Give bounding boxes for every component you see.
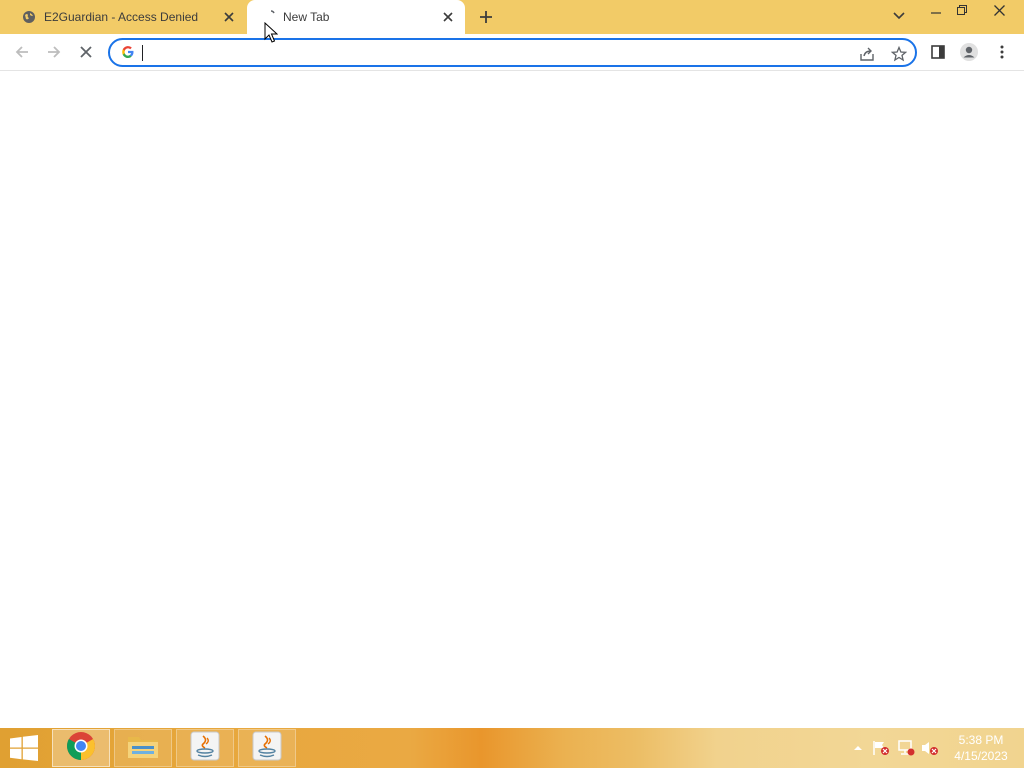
address-bar[interactable] xyxy=(108,38,917,67)
bookmark-star-icon[interactable] xyxy=(888,43,910,65)
java-icon xyxy=(190,731,220,766)
omnibox-input[interactable] xyxy=(144,43,834,63)
back-button[interactable] xyxy=(9,39,35,65)
show-hidden-icons-icon[interactable] xyxy=(849,740,867,756)
clock-time: 5:38 PM xyxy=(958,733,1004,747)
new-tab-button[interactable] xyxy=(475,6,497,28)
google-g-icon xyxy=(120,45,136,61)
close-tab-icon[interactable] xyxy=(220,8,238,26)
taskbar-clock[interactable]: 5:38 PM 4/15/2023 xyxy=(948,732,1014,766)
clock-date: 4/15/2023 xyxy=(954,749,1008,763)
stop-loading-button[interactable] xyxy=(73,39,99,65)
tab-e2guardian[interactable]: E2Guardian - Access Denied xyxy=(8,0,244,34)
text-caret xyxy=(142,45,143,61)
close-window-button[interactable] xyxy=(984,0,1014,20)
java-icon xyxy=(252,731,282,766)
share-icon[interactable] xyxy=(856,43,878,65)
action-center-flag-icon[interactable] xyxy=(872,740,890,756)
taskbar: 5:38 PM 4/15/2023 xyxy=(0,728,1024,768)
mouse-cursor-icon xyxy=(264,21,279,44)
close-tab-icon[interactable] xyxy=(439,8,457,26)
tab-strip: E2Guardian - Access Denied New Tab xyxy=(0,0,1024,34)
tab-search-chevron-icon[interactable] xyxy=(889,6,909,26)
taskbar-file-explorer[interactable] xyxy=(114,729,172,767)
taskbar-java-1[interactable] xyxy=(176,729,234,767)
page-content xyxy=(0,71,1024,728)
restore-button[interactable] xyxy=(948,0,976,20)
side-panel-icon[interactable] xyxy=(925,39,951,65)
minimize-button[interactable] xyxy=(922,0,950,20)
tab-title: E2Guardian - Access Denied xyxy=(44,10,199,24)
profile-avatar-icon[interactable] xyxy=(956,39,982,65)
chrome-icon xyxy=(66,731,96,766)
volume-muted-icon[interactable] xyxy=(921,740,939,756)
globe-icon xyxy=(21,9,37,25)
more-menu-icon[interactable] xyxy=(989,39,1015,65)
taskbar-java-2[interactable] xyxy=(238,729,296,767)
forward-button[interactable] xyxy=(41,39,67,65)
start-button[interactable] xyxy=(0,728,48,768)
tab-new-tab[interactable]: New Tab xyxy=(247,0,465,34)
folder-icon xyxy=(127,732,159,765)
taskbar-chrome[interactable] xyxy=(52,729,110,767)
network-icon[interactable] xyxy=(897,740,915,756)
tab-title: New Tab xyxy=(283,10,330,24)
browser-toolbar xyxy=(0,34,1024,71)
